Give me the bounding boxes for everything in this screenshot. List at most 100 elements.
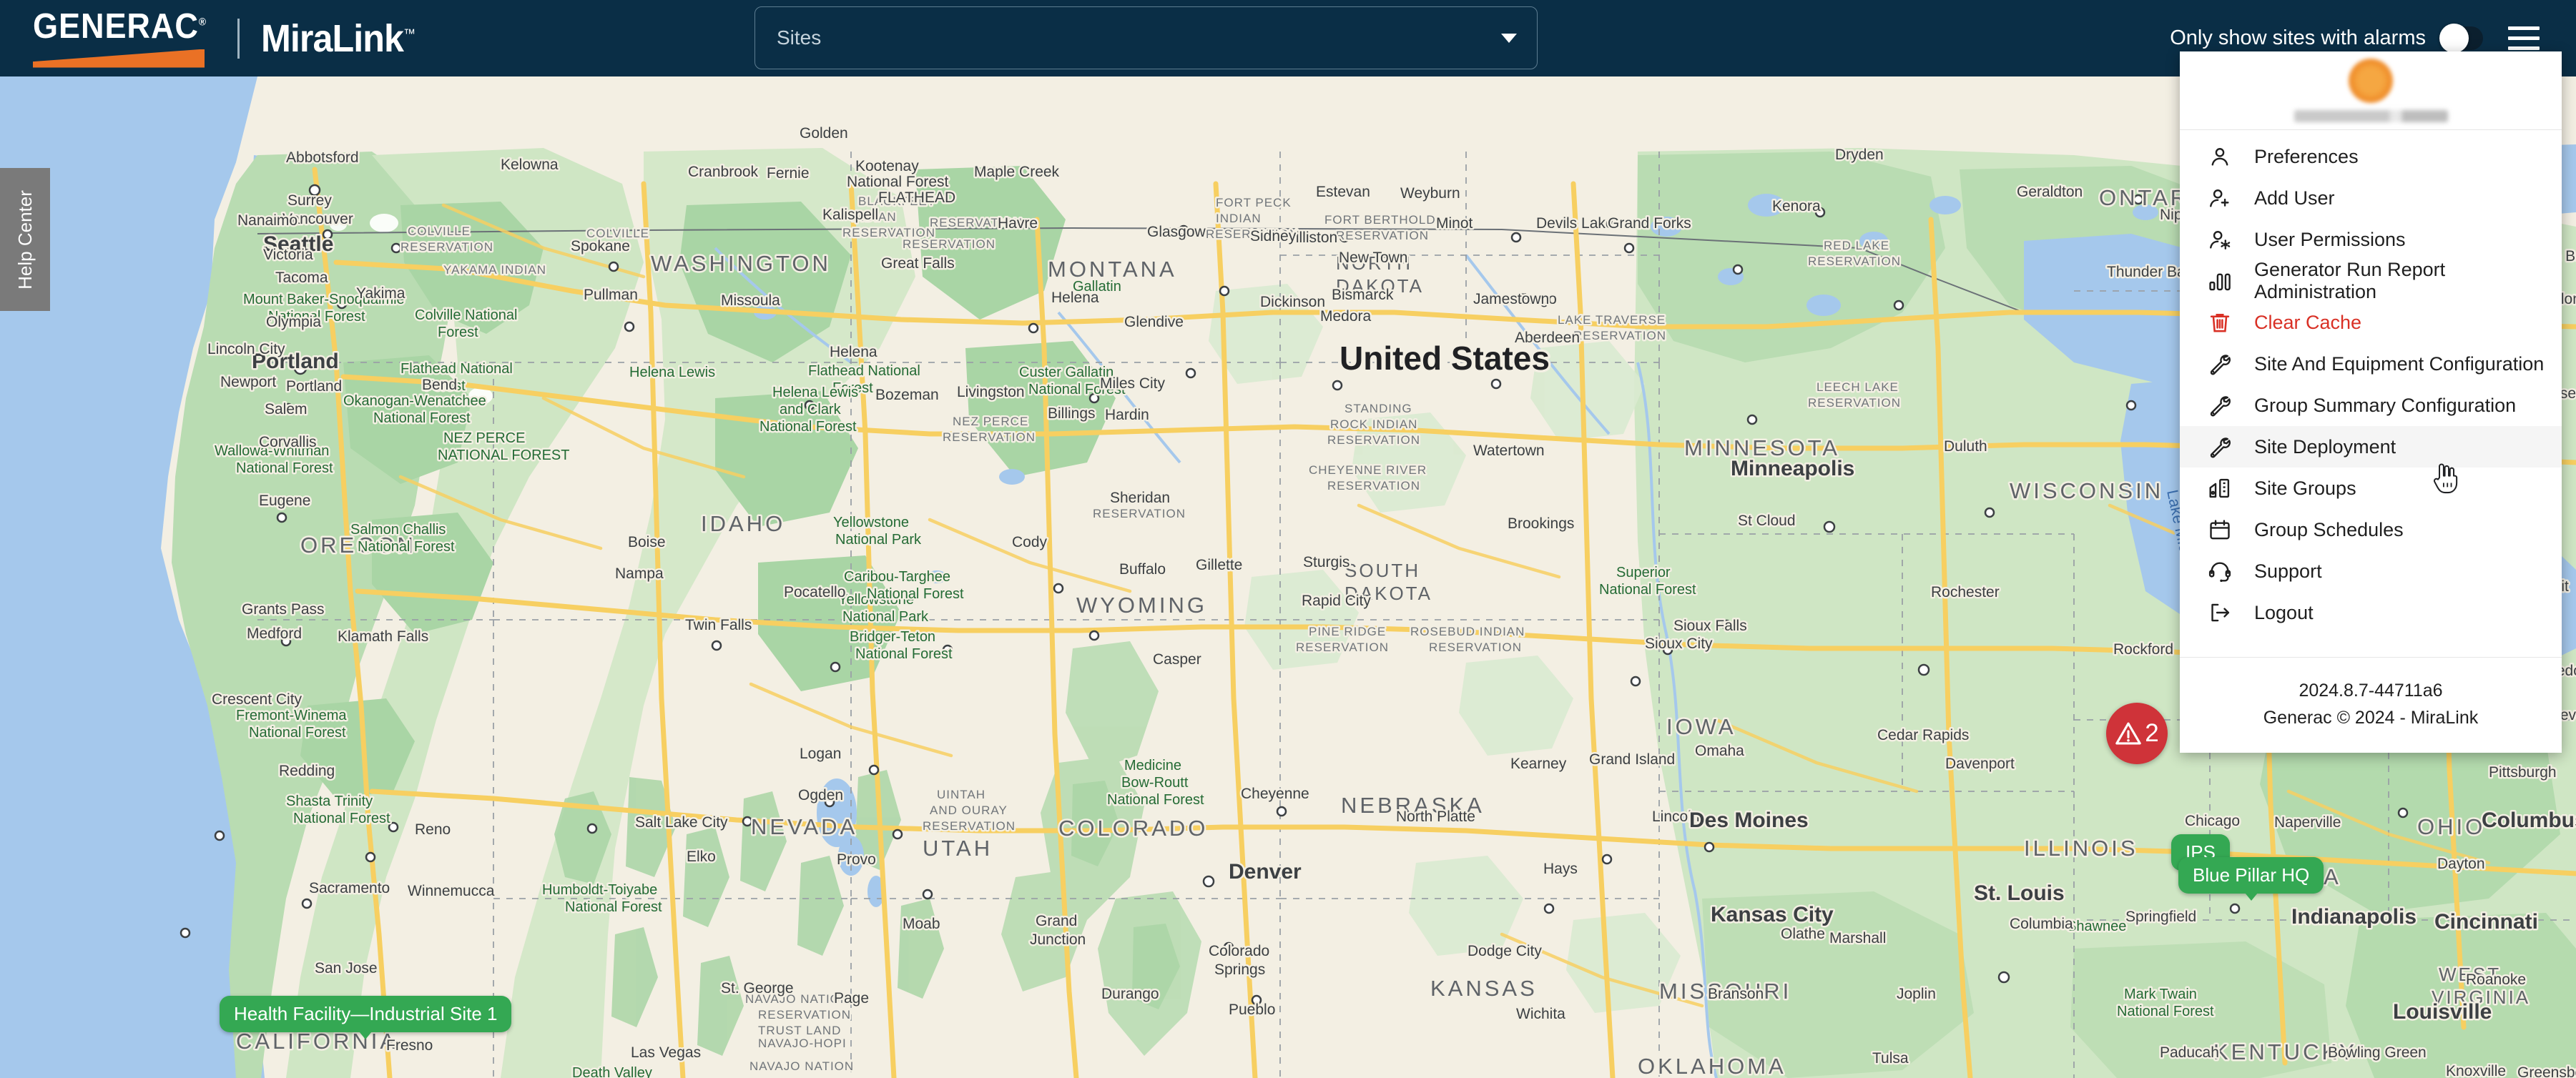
logout-icon [2207,600,2233,625]
svg-text:Joplin: Joplin [1897,986,1936,1002]
menu-item-clear-cache[interactable]: Clear Cache [2180,302,2562,343]
svg-text:Colville National: Colville National [415,307,517,323]
svg-text:Salt Lake City: Salt Lake City [635,814,728,831]
menu-item-site-and-equipment-configuration[interactable]: Site And Equipment Configuration [2180,343,2562,385]
svg-text:OKLAHOMA: OKLAHOMA [1638,1054,1786,1078]
svg-text:Glendive: Glendive [1124,314,1184,330]
svg-text:LAKE TRAVERSE: LAKE TRAVERSE [1558,313,1666,327]
menu-item-group-summary-configuration[interactable]: Group Summary Configuration [2180,385,2562,426]
svg-text:National Forest: National Forest [867,586,964,602]
generac-wordmark: GENERAC® [33,6,207,46]
svg-text:North Platte: North Platte [1396,808,1475,825]
menu-item-add-user[interactable]: Add User [2180,177,2562,219]
svg-text:Sioux Falls: Sioux Falls [1673,618,1747,634]
alarm-filter-toggle[interactable] [2439,24,2483,53]
svg-text:Humboldt-Toiyabe: Humboldt-Toiyabe [542,882,657,898]
svg-text:Grand Island: Grand Island [1589,751,1675,768]
menu-item-support[interactable]: Support [2180,550,2562,592]
svg-text:National Forest: National Forest [236,460,333,476]
svg-text:Maple Creek: Maple Creek [974,164,1060,180]
brand-divider [237,18,240,59]
svg-text:Havre: Havre [998,215,1038,232]
svg-text:NEZ PERCE: NEZ PERCE [443,430,525,446]
svg-text:Roanoke: Roanoke [2466,971,2526,988]
svg-text:Medford: Medford [247,625,302,642]
svg-text:San Jose: San Jose [315,960,378,976]
svg-text:Okanogan-Wenatchee: Okanogan-Wenatchee [343,393,486,409]
svg-text:Newport: Newport [220,374,276,390]
svg-text:YAKAMA INDIAN: YAKAMA INDIAN [443,263,546,277]
svg-text:Branson: Branson [1708,986,1764,1002]
menu-item-generator-run-report[interactable]: Generator Run Report Administration [2180,259,2562,302]
svg-text:Chicago: Chicago [2185,813,2240,829]
svg-text:Cincinnati: Cincinnati [2434,910,2538,934]
menu-item-preferences[interactable]: Preferences [2180,136,2562,177]
svg-text:ROCK INDIAN: ROCK INDIAN [1330,417,1417,431]
svg-text:Miles City: Miles City [1100,375,1166,392]
svg-text:National Forest: National Forest [249,725,346,741]
map-marker-site[interactable]: Health Facility—Industrial Site 1 [220,996,512,1039]
svg-text:COLORADO: COLORADO [1058,816,1208,841]
svg-text:Indianapolis: Indianapolis [2291,905,2417,929]
svg-text:Salem: Salem [265,401,308,417]
svg-text:Weyburn: Weyburn [1400,185,1460,202]
sites-dropdown[interactable]: Sites [754,6,1538,69]
menu-item-site-deployment[interactable]: Site Deployment [2180,426,2562,468]
svg-text:Nanaimo: Nanaimo [237,212,298,229]
svg-text:Mark Twain: Mark Twain [2124,986,2197,1002]
svg-text:RESERVATION: RESERVATION [943,430,1036,444]
svg-text:Grand Forks: Grand Forks [1608,215,1691,232]
svg-text:St. George: St. George [721,980,794,997]
svg-text:Aberdeen: Aberdeen [1515,330,1580,346]
map-alarm-cluster[interactable]: 2 [2106,703,2168,764]
svg-text:Page: Page [834,990,869,1007]
svg-text:Cody: Cody [1012,534,1048,550]
svg-text:Billings: Billings [1048,405,1096,422]
warning-triangle-icon [2115,722,2142,745]
user-plus-icon [2207,185,2233,211]
menu-item-site-groups[interactable]: Site Groups [2180,468,2562,509]
map-marker-site[interactable]: Blue Pillar HQ [2178,857,2324,901]
svg-text:Kalispell: Kalispell [822,207,878,223]
svg-text:Pocatello: Pocatello [784,584,845,600]
chevron-down-icon [1501,33,1517,43]
avatar[interactable] [2349,59,2393,103]
svg-text:Watertown: Watertown [1473,442,1545,459]
miralink-wordmark: MiraLink™ [261,16,416,60]
svg-text:Las Vegas: Las Vegas [631,1044,701,1061]
svg-text:Pittsburgh: Pittsburgh [2489,764,2557,781]
svg-text:National Forest: National Forest [565,899,662,915]
svg-text:Lincoln City: Lincoln City [207,341,285,357]
svg-text:RESERVATION: RESERVATION [903,237,996,251]
menu-item-label: Group Summary Configuration [2254,394,2517,416]
svg-text:FORT BERTHOLD: FORT BERTHOLD [1324,213,1436,227]
menu-item-user-permissions[interactable]: User Permissions [2180,219,2562,260]
menu-item-group-schedules[interactable]: Group Schedules [2180,509,2562,550]
svg-text:Omaha: Omaha [1695,743,1744,759]
svg-text:Caribou-Targhee: Caribou-Targhee [844,569,950,585]
help-center-tab[interactable]: Help Center [0,168,50,311]
toggle-knob [2439,24,2469,53]
svg-text:Shasta Trinity: Shasta Trinity [286,793,373,809]
svg-text:Forest: Forest [438,325,478,340]
buildings-icon [2207,475,2233,501]
svg-text:CHEYENNE RIVER: CHEYENNE RIVER [1309,463,1427,477]
svg-text:Minneapolis: Minneapolis [1731,457,1854,480]
svg-text:Victoria: Victoria [263,247,313,263]
svg-text:TRUST LAND: TRUST LAND [758,1024,841,1037]
svg-text:Grants Pass: Grants Pass [242,601,325,618]
svg-text:Helena: Helena [830,344,877,360]
svg-text:Bozeman: Bozeman [875,387,939,403]
svg-text:WYOMING: WYOMING [1076,593,1207,618]
user-menu-list: Preferences Add User User Permissions Ge… [2180,130,2562,657]
svg-text:Superior: Superior [1616,565,1671,580]
svg-text:Abbotsford: Abbotsford [286,149,359,166]
svg-text:Cedar Rapids: Cedar Rapids [1877,727,1969,743]
user-icon [2207,144,2233,169]
menu-item-logout[interactable]: Logout [2180,592,2562,633]
registered-mark: ® [198,16,207,29]
svg-text:Flathead National: Flathead National [400,361,513,377]
svg-text:LEECH LAKE: LEECH LAKE [1817,380,1899,394]
app-version: 2024.8.7-44711a6 [2299,681,2443,701]
svg-text:Reno: Reno [415,821,451,838]
